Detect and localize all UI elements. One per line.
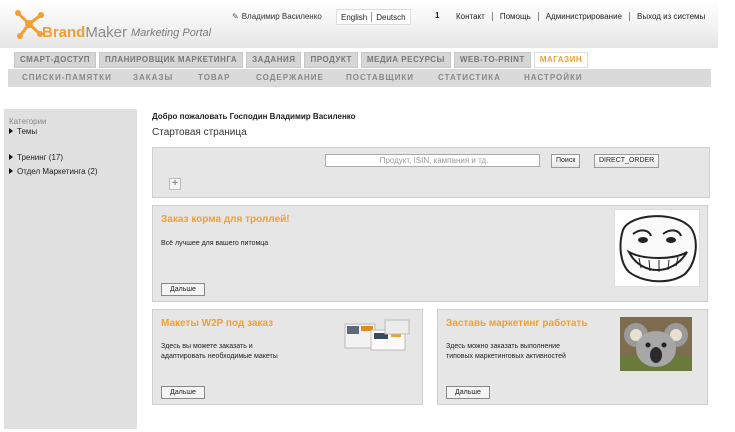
page-title: Стартовая страница [152,127,247,138]
tab-web-to-print[interactable]: WEB-TO-PRINT [453,52,531,68]
brand-subtitle: Marketing Portal [131,27,212,39]
subnav-statistics[interactable]: СТАТИСТИКА [438,73,501,82]
brand-name[interactable]: BrandMaker [42,24,127,41]
lang-english[interactable]: English [337,13,371,22]
card-description-line2: типовых маркетинговых активностей [446,353,566,360]
koala-image [620,317,692,371]
main-tabs: СМАРТ-ДОСТУП ПЛАНИРОВЩИК МАРКЕТИНГА ЗАДА… [14,52,589,68]
subnav-orders[interactable]: ЗАКАЗЫ [133,73,173,82]
expand-arrow-icon[interactable] [9,128,13,134]
sub-navigation: СПИСКИ-ПАМЯТКИ ЗАКАЗЫ ТОВАР СОДЕРЖАНИЕ П… [8,69,711,87]
tab-product[interactable]: ПРОДУКТ [304,52,358,68]
user-name[interactable]: ✎ Владимир Василенко [232,12,322,21]
help-link[interactable]: Помощь [491,12,538,21]
language-switcher: English Deutsch [336,9,411,25]
subnav-suppliers[interactable]: ПОСТАВЩИКИ [346,73,414,82]
administration-link[interactable]: Администрирование [537,12,629,21]
promo-card-marketing-work: Заставь маркетинг работать Здесь можно з… [437,309,708,405]
promo-card-troll-food: Заказ корма для троллей! Всё лучшее для … [152,205,708,302]
edit-pencil-icon: ✎ [232,12,239,21]
subnav-settings[interactable]: НАСТРОЙКИ [524,73,583,82]
sidebar-item-label: Отдел Маркетинга (2) [17,167,98,176]
subnav-goods[interactable]: ТОВАР [198,73,230,82]
notification-count-badge[interactable]: 1 [435,11,439,20]
more-button[interactable]: Дальше [161,386,205,399]
sidebar-caption: Категории [9,117,47,126]
add-plus-icon[interactable]: + [169,178,181,190]
search-button[interactable]: Поиск [551,154,581,168]
welcome-text: Добро пожаловать Господин Владимир Васил… [152,112,356,121]
tab-marketing-planner[interactable]: ПЛАНИРОВЩИК МАРКЕТИНГА [99,52,244,68]
search-panel: Продукт, ISIN, кампания и тд. Поиск DIRE… [152,147,710,198]
product-boxes-image [344,319,410,351]
sidebar-item-label: Тренинг (17) [17,153,64,162]
promo-card-w2p-layouts: Макеты W2P под заказ Здесь вы можете зак… [152,309,423,405]
card-description: Всё лучшее для вашего питомца [161,240,269,247]
tab-tasks[interactable]: ЗАДАНИЯ [246,52,302,68]
contact-link[interactable]: Контакт [449,12,492,21]
card-title[interactable]: Заставь маркетинг работать [446,318,588,329]
more-button[interactable]: Дальше [446,386,490,399]
category-sidebar: Категории Темы Тренинг (17) Отдел Маркет… [4,109,137,429]
user-name-label: Владимир Василенко [241,12,322,21]
lang-deutsch[interactable]: Deutsch [372,13,409,22]
card-description-line2: адаптировать необходимые макеты [161,353,278,360]
troll-face-image [614,209,700,287]
tab-media-resources[interactable]: МЕДИА РЕСУРСЫ [360,52,451,68]
more-button[interactable]: Дальше [161,283,205,296]
tab-smart-access[interactable]: СМАРТ-ДОСТУП [14,52,97,68]
subnav-checklists[interactable]: СПИСКИ-ПАМЯТКИ [22,73,112,82]
sidebar-item-marketing-dept[interactable]: Отдел Маркетинга (2) [9,167,98,176]
troll-face-icon [619,215,697,283]
expand-arrow-icon[interactable] [9,168,13,174]
header-links: Контакт Помощь Администрирование Выход и… [449,12,712,21]
tab-shop[interactable]: МАГАЗИН [533,52,589,68]
card-description-line1: Здесь вы можете заказать и [161,343,253,350]
brandmaker-logo-icon [15,10,44,39]
card-description-line1: Здесь можно заказать выполнение [446,343,560,350]
sidebar-item-training[interactable]: Тренинг (17) [9,153,63,162]
card-title[interactable]: Макеты W2P под заказ [161,318,273,329]
top-header: BrandMaker Marketing Portal ✎ Владимир Ва… [0,0,718,48]
subnav-content[interactable]: СОДЕРЖАНИЕ [256,73,324,82]
search-input[interactable]: Продукт, ISIN, кампания и тд. [325,154,540,167]
sidebar-item-topics[interactable]: Темы [9,127,37,136]
card-title[interactable]: Заказ корма для троллей! [161,214,290,225]
sidebar-item-label: Темы [17,127,38,136]
expand-arrow-icon[interactable] [9,154,13,160]
direct-order-button[interactable]: DIRECT_ORDER [594,154,660,168]
logout-link[interactable]: Выход из системы [629,12,712,21]
